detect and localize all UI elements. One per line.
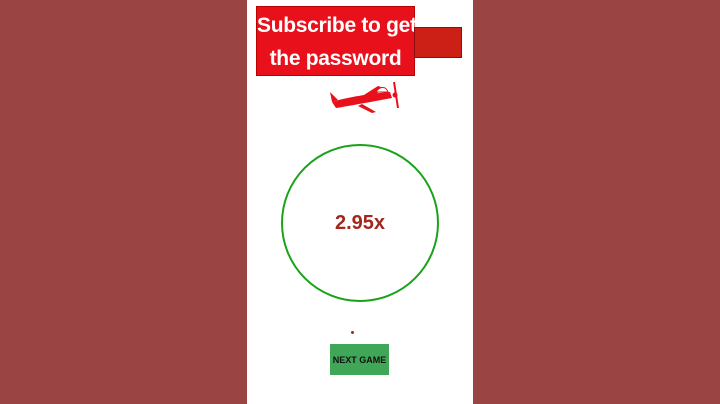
airplane-icon — [330, 81, 399, 113]
next-game-button[interactable]: NEXT GAME — [330, 344, 389, 375]
subscribe-banner: Subscribe to get the password — [256, 6, 417, 76]
banner-line-1: Subscribe to get — [257, 14, 417, 37]
banner-line-2: the password — [269, 47, 402, 70]
dot-marker — [351, 331, 354, 334]
password-redaction-box — [414, 27, 462, 58]
multiplier-value: 2.95x — [334, 211, 386, 234]
multiplier-circle: 2.95x — [281, 144, 439, 302]
